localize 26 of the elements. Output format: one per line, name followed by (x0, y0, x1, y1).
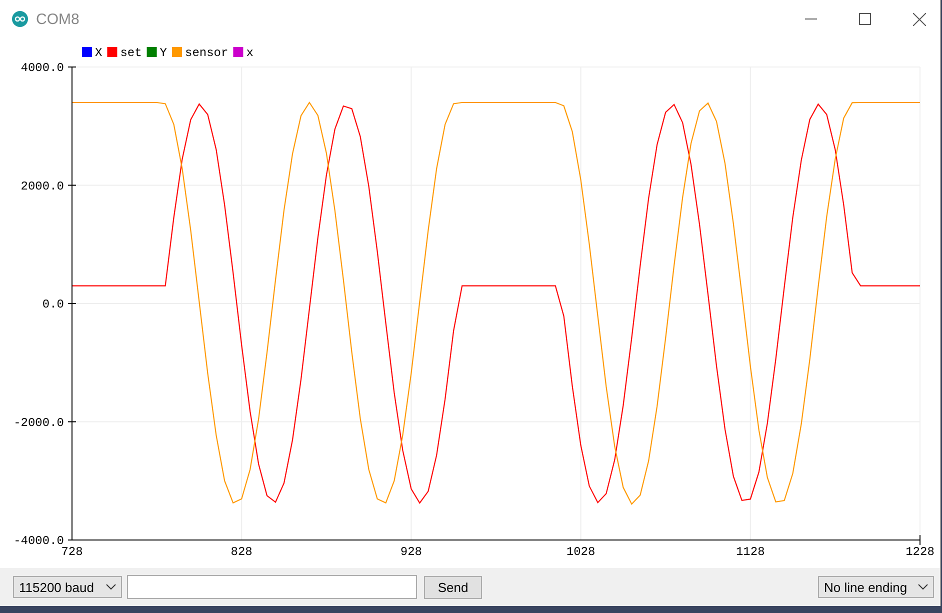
legend-label: Y (160, 46, 167, 60)
y-tick-label: 0.0 (42, 298, 64, 312)
x-tick-label: 828 (230, 545, 252, 559)
x-tick-label: 928 (400, 545, 422, 559)
line-ending-dropdown[interactable]: No line ending (818, 576, 934, 598)
baud-rate-dropdown[interactable]: 115200 baud (13, 576, 122, 598)
x-tick-label: 1228 (906, 545, 934, 559)
chevron-down-icon (918, 584, 928, 590)
message-input-field[interactable] (127, 575, 417, 599)
maximize-icon[interactable] (859, 13, 871, 25)
x-tick-label: 1128 (736, 545, 765, 559)
legend-label: X (95, 46, 102, 60)
chevron-down-icon (106, 584, 116, 590)
y-tick-label: 2000.0 (20, 179, 64, 194)
legend-label: sensor (185, 46, 228, 60)
x-tick-label: 728 (61, 545, 83, 559)
window-title: COM8 (36, 10, 80, 28)
legend-label: x (246, 46, 254, 60)
legend-label: set (120, 46, 142, 60)
app-logo-icon (12, 11, 28, 27)
y-tick-label: -4000.0 (14, 534, 64, 548)
y-tick-label: -2000.0 (14, 416, 64, 430)
close-icon[interactable] (913, 12, 926, 26)
send-button[interactable]: Send (424, 576, 482, 598)
y-tick-label: 4000.0 (20, 61, 64, 75)
x-tick-label: 1028 (566, 545, 596, 559)
